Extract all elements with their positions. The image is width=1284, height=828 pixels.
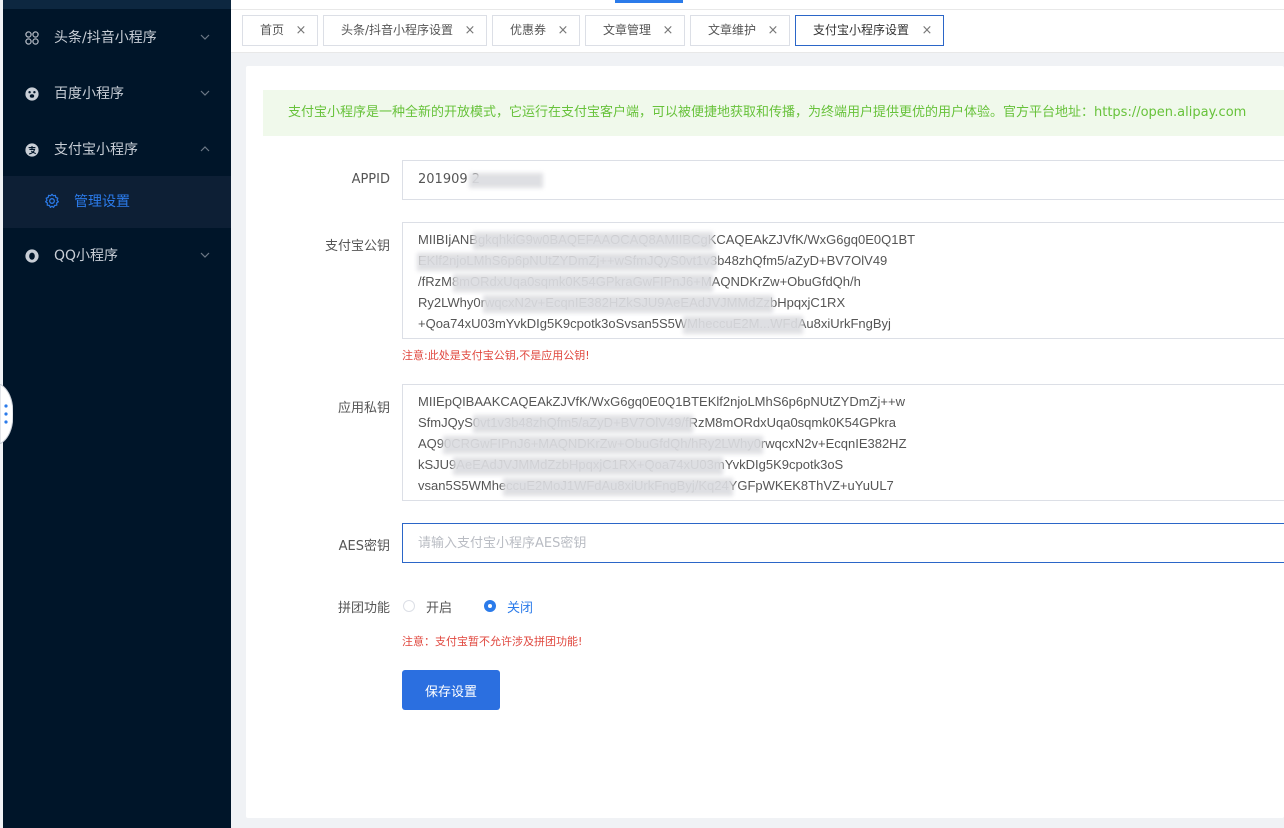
chevron-down-icon xyxy=(200,252,210,258)
page-bottom xyxy=(231,818,1284,828)
tab-coupons[interactable]: 优惠券 × xyxy=(492,15,580,46)
gear-icon xyxy=(45,193,59,208)
info-notice: 支付宝小程序是一种全新的开放模式，它运行在支付宝客户端，可以被便捷地获取和传播，… xyxy=(263,90,1284,136)
redaction-blur xyxy=(443,436,763,454)
public-key-hint: 注意:此处是支付宝公钥,不是应用公钥! xyxy=(402,349,590,362)
tab-toutiao-settings[interactable]: 头条/抖音小程序设置 × xyxy=(323,15,487,46)
redaction-blur xyxy=(503,478,733,496)
radio-disable-label: 关闭 xyxy=(507,600,534,616)
chevron-down-icon xyxy=(200,90,210,96)
tab-home[interactable]: 首页 × xyxy=(242,15,318,46)
header-active-indicator xyxy=(615,0,683,3)
sidebar-item-label: 头条/抖音小程序 xyxy=(54,30,157,46)
sidebar-item-manage-settings[interactable]: 管理设置 xyxy=(3,176,231,228)
baidu-icon xyxy=(25,87,39,101)
chevron-up-icon xyxy=(200,146,210,152)
aes-key-label: AES密钥 xyxy=(338,539,390,554)
redaction-blur xyxy=(683,316,803,334)
sidebar-collapse-handle[interactable] xyxy=(0,384,13,444)
public-key-label: 支付宝公钥 xyxy=(324,239,390,254)
sidebar: 头条/抖音小程序 百度小程序 支付宝小程序 管理设置 QQ小程序 xyxy=(3,0,231,828)
header-strip xyxy=(231,0,1284,10)
tab-article-maintenance[interactable]: 文章维护 × xyxy=(690,15,790,46)
redaction-blur xyxy=(483,295,773,313)
sidebar-item-qq[interactable]: QQ小程序 xyxy=(3,228,231,284)
sidebar-sub-item-label: 管理设置 xyxy=(74,194,130,210)
close-icon[interactable]: × xyxy=(557,16,569,45)
sidebar-item-toutiao[interactable]: 头条/抖音小程序 xyxy=(3,10,231,66)
group-buy-hint: 注意：支付宝暂不允许涉及拼团功能! xyxy=(402,635,583,648)
public-key-textarea[interactable]: MIIBIjANBgkqhkiG9w0BAQEFAAOCAQ8AMIIBCgKC… xyxy=(402,222,1284,339)
tab-label: 文章维护 xyxy=(708,23,757,37)
tab-bar: 首页 × 头条/抖音小程序设置 × 优惠券 × 文章管理 × 文章维护 × 支付… xyxy=(231,10,1284,53)
aes-key-field[interactable] xyxy=(402,523,1284,563)
settings-card: 支付宝小程序是一种全新的开放模式，它运行在支付宝客户端，可以被便捷地获取和传播，… xyxy=(246,66,1284,818)
radio-enable[interactable]: 开启 xyxy=(403,597,453,616)
tab-label: 支付宝小程序设置 xyxy=(813,23,910,37)
redaction-blur xyxy=(473,415,693,433)
private-key-label: 应用私钥 xyxy=(337,401,390,416)
tab-label: 头条/抖音小程序设置 xyxy=(341,23,454,37)
redaction-blur xyxy=(417,253,717,271)
radio-enable-circle[interactable] xyxy=(403,600,415,612)
redaction-blur xyxy=(453,457,723,475)
sidebar-item-label: 支付宝小程序 xyxy=(54,142,138,158)
redaction-blur xyxy=(473,232,713,250)
appid-field[interactable]: 201909 2 xyxy=(402,160,1284,200)
radio-disable-circle[interactable] xyxy=(484,600,496,612)
redaction-blur xyxy=(453,274,713,292)
close-icon[interactable]: × xyxy=(921,16,933,45)
sidebar-item-baidu[interactable]: 百度小程序 xyxy=(3,66,231,122)
chevron-down-icon xyxy=(200,34,210,40)
tab-alipay-settings[interactable]: 支付宝小程序设置 × xyxy=(795,15,944,46)
sidebar-item-label: QQ小程序 xyxy=(54,248,119,264)
appid-label: APPID xyxy=(351,172,390,187)
radio-disable[interactable]: 关闭 xyxy=(484,597,534,616)
close-icon[interactable]: × xyxy=(662,16,674,45)
qq-icon xyxy=(25,249,39,263)
aes-key-input[interactable] xyxy=(403,524,1284,562)
tab-label: 首页 xyxy=(260,23,285,37)
sidebar-top-bar xyxy=(3,0,231,9)
close-icon[interactable]: × xyxy=(295,16,307,45)
alipay-icon xyxy=(25,143,39,157)
private-key-textarea[interactable]: MIIEpQIBAAKCAQEAkZJVfK/WxG6gq0E0Q1BTEKlf… xyxy=(402,384,1284,501)
save-button[interactable]: 保存设置 xyxy=(402,670,500,710)
group-buy-label: 拼团功能 xyxy=(337,601,390,616)
grid-icon xyxy=(25,31,39,45)
sidebar-item-alipay[interactable]: 支付宝小程序 xyxy=(3,122,231,178)
redaction-blur xyxy=(469,173,543,188)
close-icon[interactable]: × xyxy=(767,16,779,45)
sidebar-item-label: 百度小程序 xyxy=(54,86,124,102)
tab-article-management[interactable]: 文章管理 × xyxy=(585,15,685,46)
tab-label: 优惠券 xyxy=(510,23,547,37)
tab-label: 文章管理 xyxy=(603,23,652,37)
radio-enable-label: 开启 xyxy=(426,600,453,616)
close-icon[interactable]: × xyxy=(464,16,476,45)
